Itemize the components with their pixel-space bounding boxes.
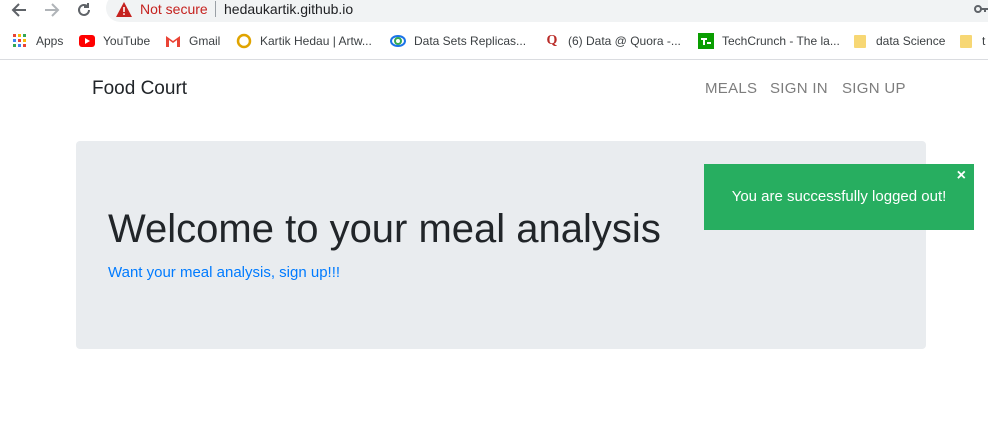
quora-icon: Q <box>546 33 558 48</box>
reload-icon[interactable] <box>74 0 94 20</box>
signup-link[interactable]: Want your meal analysis, sign up!!! <box>108 264 340 281</box>
close-icon[interactable]: × <box>957 168 966 184</box>
logout-toast: × You are successfully logged out! <box>704 164 974 230</box>
nav-link-sign-in[interactable]: SIGN IN <box>770 80 828 97</box>
bookmark-gmail[interactable]: Gmail <box>165 32 220 50</box>
omnibox-divider <box>215 1 216 17</box>
browser-toolbar: Not secure hedaukartik.github.io <box>0 0 988 23</box>
bookmark-label: data Science <box>876 34 946 48</box>
security-label[interactable]: Not secure <box>140 1 208 17</box>
bookmark-label: YouTube <box>103 34 151 48</box>
toast-message: You are successfully logged out! <box>731 188 947 205</box>
circle-logo-icon <box>236 33 252 49</box>
bookmark-label: Kartik Hedau | Artw... <box>260 34 372 48</box>
techcrunch-icon <box>698 33 714 49</box>
navbar-brand[interactable]: Food Court <box>92 78 187 100</box>
bookmark-techcrunch[interactable]: TechCrunch - The la... <box>698 32 840 50</box>
apps-grid-icon <box>12 33 28 49</box>
bookmark-label: Apps <box>36 34 64 48</box>
key-icon[interactable] <box>974 2 988 17</box>
bookmark-apps[interactable]: Apps <box>12 32 63 50</box>
folder-icon <box>852 33 868 49</box>
back-arrow-icon[interactable] <box>9 0 29 20</box>
nav-link-sign-up[interactable]: SIGN UP <box>842 80 906 97</box>
bookmark-quora[interactable]: Q (6) Data @ Quora -... <box>544 32 681 50</box>
bookmark-data-science[interactable]: data Science <box>852 32 945 50</box>
bookmark-label: Data Sets Replicas... <box>414 34 527 48</box>
bookmark-kartik[interactable]: Kartik Hedau | Artw... <box>236 32 372 50</box>
hero-title: Welcome to your meal analysis <box>108 207 661 251</box>
nav-link-meals[interactable]: MEALS <box>705 80 757 97</box>
bookmark-datasets[interactable]: Data Sets Replicas... <box>390 32 526 50</box>
gmail-icon <box>165 33 181 49</box>
youtube-icon <box>79 33 95 49</box>
folder-icon <box>958 33 974 49</box>
bookmark-label: (6) Data @ Quora -... <box>568 34 681 48</box>
bookmark-youtube[interactable]: YouTube <box>79 32 150 50</box>
rings-logo-icon <box>390 33 406 49</box>
bookmark-label: TechCrunch - The la... <box>722 34 840 48</box>
url-text[interactable]: hedaukartik.github.io <box>224 1 353 17</box>
warning-icon <box>116 2 132 17</box>
bookmark-label: t <box>982 34 986 48</box>
forward-arrow-icon[interactable] <box>42 0 62 20</box>
bookmark-folder-t[interactable]: t <box>958 32 985 50</box>
bookmark-label: Gmail <box>189 34 221 48</box>
bookmarks-bar: Apps YouTube Gmail Kartik Hedau | Artw..… <box>0 23 988 60</box>
